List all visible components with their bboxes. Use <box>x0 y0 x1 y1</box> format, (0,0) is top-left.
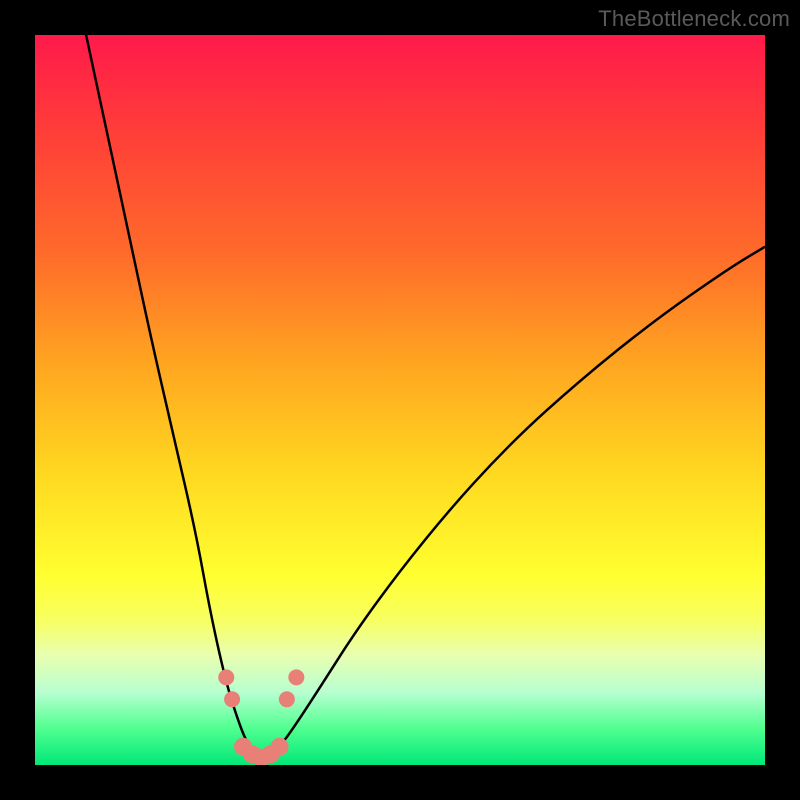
markers-bottom <box>234 738 288 765</box>
data-marker <box>279 691 295 707</box>
data-marker <box>288 669 304 685</box>
curve-path <box>86 35 765 758</box>
bottleneck-curve <box>86 35 765 758</box>
data-marker <box>224 691 240 707</box>
markers-right <box>279 669 304 707</box>
plot-area <box>35 35 765 765</box>
watermark-text: TheBottleneck.com <box>598 6 790 32</box>
chart-container: TheBottleneck.com <box>0 0 800 800</box>
chart-svg <box>35 35 765 765</box>
data-marker <box>271 738 289 756</box>
data-marker <box>218 669 234 685</box>
